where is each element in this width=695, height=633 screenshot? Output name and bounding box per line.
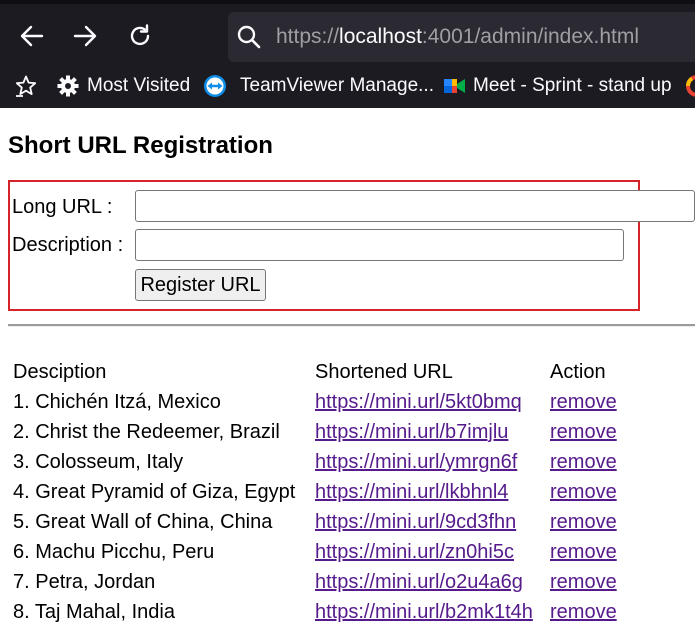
bookmark-most-visited[interactable]: Most Visited bbox=[57, 66, 190, 106]
google-icon bbox=[685, 75, 695, 97]
shortened-url-link[interactable]: https://mini.url/o2u4a6g bbox=[315, 570, 523, 594]
remove-link[interactable]: remove bbox=[550, 450, 617, 474]
bookmark-label: TeamViewer Manage... bbox=[240, 75, 434, 96]
bookmarks-menu-button[interactable] bbox=[14, 66, 38, 106]
shortened-url-link[interactable]: https://mini.url/b7imjlu bbox=[315, 420, 508, 444]
remove-link[interactable]: remove bbox=[550, 570, 617, 594]
url-scheme: https:// bbox=[276, 25, 340, 48]
remove-link[interactable]: remove bbox=[550, 480, 617, 504]
back-button[interactable] bbox=[14, 18, 50, 54]
column-header-shortened-url: Shortened URL bbox=[315, 361, 453, 383]
description-input[interactable] bbox=[135, 229, 624, 261]
row-description: 2. Christ the Redeemer, Brazil bbox=[13, 421, 280, 443]
shortened-url-link[interactable]: https://mini.url/ymrgn6f bbox=[315, 450, 517, 474]
divider bbox=[8, 324, 695, 327]
shortened-url-link[interactable]: https://mini.url/5kt0bmq bbox=[315, 390, 522, 414]
address-bar[interactable]: https://localhost:4001/admin/index.html bbox=[228, 12, 695, 62]
long-url-input[interactable] bbox=[135, 190, 695, 222]
row-description: 3. Colosseum, Italy bbox=[13, 451, 184, 473]
row-description: 8. Taj Mahal, India bbox=[13, 601, 175, 623]
page-content: Short URL Registration Long URL : Descri… bbox=[0, 108, 695, 633]
bookmark-teamviewer[interactable]: TeamViewer Manage... bbox=[203, 66, 434, 106]
page-title: Short URL Registration bbox=[8, 132, 273, 159]
remove-link[interactable]: remove bbox=[550, 420, 617, 444]
browser-toolbar: https://localhost:4001/admin/index.html … bbox=[0, 0, 695, 108]
gear-icon bbox=[57, 75, 79, 97]
back-arrow-icon bbox=[20, 25, 44, 47]
bookmark-star-icon bbox=[15, 75, 37, 97]
row-description: 6. Machu Picchu, Peru bbox=[13, 541, 215, 563]
shortened-url-link[interactable]: https://mini.url/b2mk1t4h bbox=[315, 600, 533, 624]
row-description: 5. Great Wall of China, China bbox=[13, 511, 273, 533]
column-header-action: Action bbox=[550, 361, 606, 383]
long-url-label: Long URL : bbox=[12, 196, 113, 218]
bookmark-label: Most Visited bbox=[87, 75, 191, 96]
url-path: :4001/admin/index.html bbox=[421, 25, 640, 48]
google-meet-icon bbox=[444, 79, 465, 93]
shortened-url-link[interactable]: https://mini.url/zn0hi5c bbox=[315, 540, 514, 564]
reload-icon bbox=[130, 24, 150, 46]
row-description: 1. Chichén Itzá, Mexico bbox=[13, 391, 221, 413]
bookmark-label: Meet - Sprint - stand up bbox=[473, 75, 672, 96]
remove-link[interactable]: remove bbox=[550, 600, 617, 624]
bookmark-overflow[interactable] bbox=[685, 66, 695, 106]
tab-strip-edge bbox=[0, 0, 695, 4]
shortened-url-link[interactable]: https://mini.url/lkbhnl4 bbox=[315, 480, 508, 504]
description-label: Description : bbox=[12, 234, 124, 256]
bookmark-meet[interactable]: Meet - Sprint - stand up bbox=[443, 66, 672, 106]
shortened-url-link[interactable]: https://mini.url/9cd3fhn bbox=[315, 510, 516, 534]
reload-button[interactable] bbox=[122, 18, 158, 54]
bookmarks-toolbar: Most Visited TeamViewer Manage... Meet -… bbox=[0, 66, 695, 106]
row-description: 7. Petra, Jordan bbox=[13, 571, 156, 593]
address-bar-url[interactable]: https://localhost:4001/admin/index.html bbox=[276, 23, 639, 51]
forward-button[interactable] bbox=[67, 18, 103, 54]
remove-link[interactable]: remove bbox=[550, 510, 617, 534]
forward-arrow-icon bbox=[73, 25, 97, 47]
teamviewer-icon bbox=[204, 75, 226, 97]
search-icon bbox=[237, 25, 261, 49]
column-header-description: Desciption bbox=[13, 361, 107, 383]
remove-link[interactable]: remove bbox=[550, 390, 617, 414]
url-host: localhost bbox=[339, 25, 422, 48]
register-url-button[interactable]: Register URL bbox=[135, 269, 266, 301]
row-description: 4. Great Pyramid of Giza, Egypt bbox=[13, 481, 296, 503]
remove-link[interactable]: remove bbox=[550, 540, 617, 564]
